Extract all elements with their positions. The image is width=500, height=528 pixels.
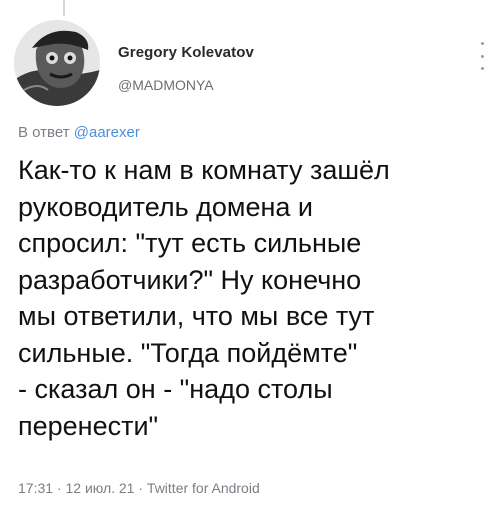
tweet-text-line: сильные. "Тогда пойдёмте": [18, 337, 358, 368]
tweet-text-line: разработчики?" Ну конечно: [18, 264, 362, 295]
more-dot: [480, 54, 484, 58]
reply-prefix: В ответ: [18, 124, 74, 141]
avatar[interactable]: [14, 20, 100, 106]
tweet-text-line: мы ответили, что мы все тут: [18, 301, 375, 331]
author-handle[interactable]: @MADMONYA: [118, 77, 214, 93]
more-vertical-icon[interactable]: [476, 42, 488, 70]
tweet-text-line: перенести": [18, 410, 159, 441]
avatar-image: [14, 20, 100, 106]
tweet-text-line: - сказал он - "надо столы: [18, 374, 333, 404]
reply-context: В ответ @aarexer: [18, 124, 140, 141]
tweet-text: Как-то к нам в комнату зашёл руководител…: [18, 152, 488, 444]
more-dot: [480, 67, 484, 70]
tweet-text-line: руководитель домена и: [18, 191, 314, 222]
more-dot: [480, 42, 484, 45]
tweet-text-line: спросил: "тут есть сильные: [18, 228, 362, 258]
tweet-meta[interactable]: 17:31 · 12 июл. 21 · Twitter for Android: [18, 480, 260, 496]
author-name[interactable]: Gregory Kolevatov: [118, 44, 254, 61]
thread-connector-line: [63, 0, 65, 16]
tweet-text-line: Как-то к нам в комнату зашёл: [18, 155, 390, 185]
reply-mention-link[interactable]: @aarexer: [74, 124, 140, 141]
